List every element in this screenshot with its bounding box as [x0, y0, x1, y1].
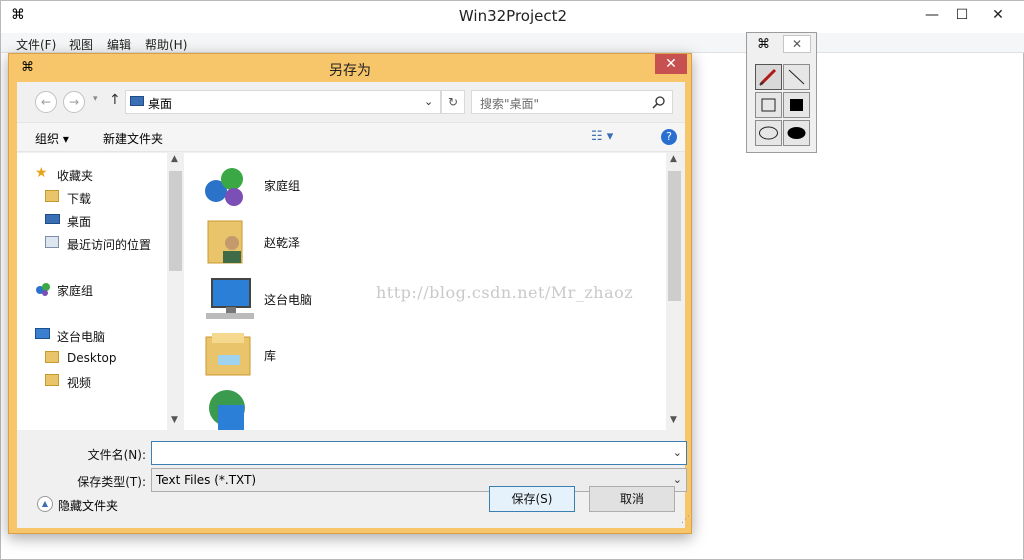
file-list-scrollbar[interactable]: ▲ ▼	[666, 153, 683, 430]
network-globe-icon	[209, 390, 245, 430]
back-button[interactable]: ←	[35, 91, 57, 113]
ellipse-outline-icon	[759, 126, 778, 140]
menu-view[interactable]: 视图	[69, 36, 93, 53]
content-item-user[interactable]: 赵乾泽	[202, 217, 502, 267]
recent-places-icon	[45, 236, 59, 248]
close-button[interactable]: ✕	[983, 5, 1013, 25]
nav-label: 视频	[67, 376, 92, 390]
ellipse-filled-tool-button[interactable]	[783, 120, 810, 146]
window-title: Win32Project2	[458, 7, 568, 25]
resize-grip-icon[interactable]: ⋰	[681, 515, 690, 525]
user-folder-icon	[207, 220, 243, 264]
computer-icon	[35, 328, 50, 339]
desktop-icon	[130, 96, 144, 106]
star-icon: ★	[35, 165, 48, 181]
toolbox-window: ⌘ ✕	[746, 32, 817, 153]
address-text: 桌面	[148, 97, 173, 111]
line-icon	[788, 69, 805, 85]
maximize-button[interactable]: ☐	[947, 5, 977, 25]
content-item-homegroup[interactable]: 家庭组	[202, 163, 502, 209]
menu-bar: 文件(F) 视图 编辑 帮助(H)	[1, 33, 1024, 53]
pencil-tool-button[interactable]	[755, 64, 782, 90]
cancel-button[interactable]: 取消	[589, 486, 675, 512]
search-placeholder: 搜索"桌面"	[480, 97, 540, 111]
nav-label: 这台电脑	[57, 330, 106, 344]
nav-label: 收藏夹	[57, 169, 94, 183]
minimize-button[interactable]: —	[917, 5, 947, 25]
file-list-scroll-thumb[interactable]	[668, 171, 681, 301]
content-label: 家庭组	[264, 179, 301, 193]
ellipse-filled-icon	[787, 127, 806, 139]
menu-edit[interactable]: 编辑	[107, 36, 131, 53]
content-item-libraries[interactable]: 库	[202, 329, 502, 381]
computer-large-icon	[206, 278, 254, 319]
dialog-body: ← → ▾ ↑ 桌面 ⌄ ↻ 搜索"桌面" 组织 ▾ 新建文件夹 ☷ ▾ ? ★…	[17, 82, 690, 528]
navigation-pane: ★ 收藏夹 下载 桌面 最近访问的位置 家庭组 这台电脑 Desktop 视频	[17, 153, 175, 430]
filetype-label: 保存类型(T):	[77, 475, 146, 489]
up-arrow-icon[interactable]: ↑	[109, 92, 121, 108]
download-folder-icon	[45, 190, 59, 202]
main-titlebar[interactable]: ⌘ Win32Project2 — ☐ ✕	[1, 1, 1024, 33]
nav-label: 下载	[67, 192, 92, 206]
address-bar[interactable]: 桌面 ⌄	[125, 90, 441, 114]
scroll-up-icon[interactable]: ▲	[670, 154, 677, 164]
nav-label: 最近访问的位置	[67, 238, 152, 252]
recent-locations-dropdown-icon[interactable]: ▾	[93, 94, 98, 104]
libraries-icon	[205, 333, 251, 376]
hide-folders-button[interactable]: 隐藏文件夹	[58, 497, 118, 514]
menu-help[interactable]: 帮助(H)	[145, 36, 187, 53]
search-input[interactable]: 搜索"桌面"	[471, 90, 673, 114]
rect-filled-icon	[790, 99, 803, 111]
filename-field[interactable]: ⌄	[151, 441, 687, 465]
nav-label: Desktop	[67, 351, 117, 365]
nav-label: 桌面	[67, 215, 92, 229]
menu-file[interactable]: 文件(F)	[16, 36, 56, 53]
chevron-down-icon[interactable]: ⌄	[673, 473, 682, 486]
search-icon	[652, 96, 665, 109]
filename-label: 文件名(N):	[87, 448, 146, 462]
chevron-up-icon[interactable]: ▲	[37, 496, 53, 512]
content-label: 赵乾泽	[264, 236, 301, 250]
view-options-icon[interactable]: ☷ ▾	[591, 129, 613, 144]
folder-icon	[45, 351, 59, 363]
rect-filled-tool-button[interactable]	[783, 92, 810, 118]
help-icon[interactable]: ?	[661, 129, 677, 145]
pencil-icon	[759, 68, 777, 86]
rect-outline-tool-button[interactable]	[755, 92, 782, 118]
new-folder-button[interactable]: 新建文件夹	[103, 130, 163, 147]
rect-outline-icon	[761, 98, 776, 112]
nav-label: 家庭组	[57, 284, 94, 298]
watermark: http://blog.csdn.net/Mr_zhaoz	[376, 283, 634, 302]
toolbox-close-button[interactable]: ✕	[783, 35, 811, 53]
scroll-down-icon[interactable]: ▼	[171, 415, 178, 425]
navigation-scrollbar[interactable]: ▲ ▼	[167, 153, 184, 430]
video-folder-icon	[45, 374, 59, 386]
homegroup-icon	[36, 283, 50, 296]
ellipse-outline-tool-button[interactable]	[755, 120, 782, 146]
scroll-down-icon[interactable]: ▼	[670, 415, 677, 425]
chevron-down-icon[interactable]: ⌄	[673, 446, 682, 459]
dialog-title: 另存为	[329, 63, 371, 79]
line-tool-button[interactable]	[783, 64, 810, 90]
navigation-scroll-thumb[interactable]	[169, 171, 182, 271]
command-bar: 组织 ▾ 新建文件夹 ☷ ▾ ?	[17, 122, 685, 152]
desktop-icon	[45, 214, 60, 224]
dialog-titlebar[interactable]: ⌘ 另存为 ✕	[9, 54, 691, 82]
toolbox-app-icon: ⌘	[757, 37, 770, 52]
content-label: 这台电脑	[264, 293, 313, 307]
address-dropdown-icon[interactable]: ⌄	[424, 95, 433, 108]
forward-button[interactable]: →	[63, 91, 85, 113]
dialog-close-button[interactable]: ✕	[655, 54, 687, 74]
save-button[interactable]: 保存(S)	[489, 486, 575, 512]
scroll-up-icon[interactable]: ▲	[171, 154, 178, 164]
homegroup-large-icon	[205, 168, 243, 206]
filetype-value: Text Files (*.TXT)	[156, 473, 257, 487]
refresh-button[interactable]: ↻	[441, 90, 465, 114]
content-label: 库	[264, 349, 277, 363]
organize-button[interactable]: 组织 ▾	[35, 130, 69, 147]
